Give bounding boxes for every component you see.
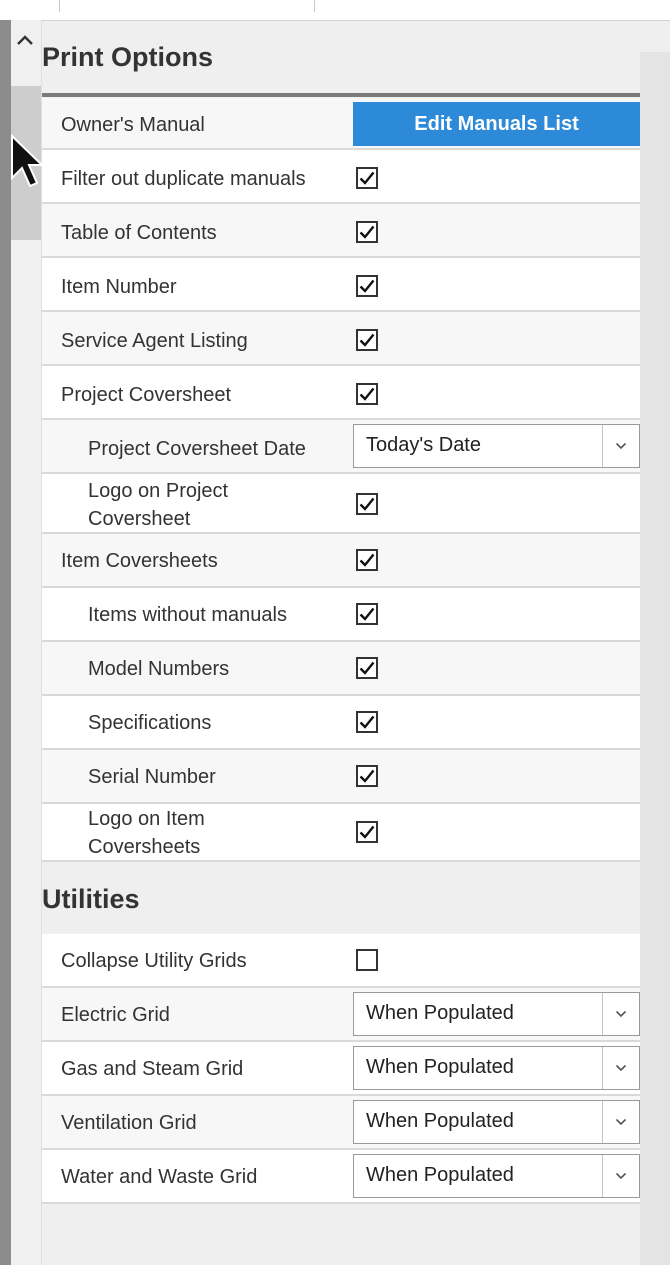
serial-number-checkbox[interactable] [356,765,378,787]
row-items-without-manuals: Items without manuals [42,588,640,642]
project-coversheet-date-select[interactable]: Today's Date [353,424,640,468]
utilities-title: Utilities [42,884,140,914]
row-label: Owner's Manual [61,114,205,136]
row-electric-grid: Electric Grid When Populated [42,988,640,1042]
section-divider [42,93,640,97]
select-value: When Populated [366,1056,514,1078]
row-table-of-contents: Table of Contents [42,204,640,258]
check-icon [359,769,375,783]
row-collapse-utility-grids: Collapse Utility Grids [42,934,640,988]
row-logo-on-item-coversheets: Logo on Item Coversheets [42,804,640,862]
collapse-utility-grids-checkbox[interactable] [356,949,378,971]
edit-manuals-list-button[interactable]: Edit Manuals List [353,102,640,146]
row-project-coversheet: Project Coversheet [42,366,640,420]
dropdown-button[interactable] [602,1155,639,1197]
row-serial-number: Serial Number [42,750,640,804]
row-label: Ventilation Grid [61,1112,197,1134]
service-agent-listing-checkbox[interactable] [356,329,378,351]
electric-grid-select[interactable]: When Populated [353,992,640,1036]
select-value: Today's Date [366,434,481,456]
row-label: Specifications [88,712,212,734]
dropdown-button[interactable] [602,425,639,467]
row-label: Service Agent Listing [61,330,248,352]
row-label-line2: Coversheets [88,836,201,858]
water-and-waste-grid-select[interactable]: When Populated [353,1154,640,1198]
check-icon [359,225,375,239]
item-number-checkbox[interactable] [356,275,378,297]
row-label: Model Numbers [88,658,230,680]
row-label-line1: Logo on Project [88,480,229,502]
row-water-and-waste-grid: Water and Waste Grid When Populated [42,1150,640,1204]
specifications-checkbox[interactable] [356,711,378,733]
row-label: Collapse Utility Grids [61,950,247,972]
row-label: Item Coversheets [61,550,218,572]
check-icon [359,553,375,567]
row-label: Electric Grid [61,1004,170,1026]
check-icon [359,333,375,347]
toolbar-separator [59,0,60,12]
logo-on-project-coversheet-checkbox[interactable] [356,493,378,515]
row-label: Gas and Steam Grid [61,1058,244,1080]
dropdown-button[interactable] [602,1101,639,1143]
check-icon [359,715,375,729]
row-logo-on-project-coversheet: Logo on Project Coversheet [42,474,640,534]
row-label: Serial Number [88,766,216,788]
chevron-down-icon [615,1064,627,1072]
row-service-agent-listing: Service Agent Listing [42,312,640,366]
check-icon [359,279,375,293]
scroll-up-button[interactable] [15,30,35,50]
toolbar-separator [314,0,315,12]
item-coversheets-checkbox[interactable] [356,549,378,571]
filter-duplicates-checkbox[interactable] [356,167,378,189]
row-item-number: Item Number [42,258,640,312]
select-value: When Populated [366,1110,514,1132]
check-icon [359,171,375,185]
row-model-numbers: Model Numbers [42,642,640,696]
chevron-up-icon [17,35,33,45]
gas-and-steam-grid-select[interactable]: When Populated [353,1046,640,1090]
row-label-line1: Logo on Item [88,808,205,830]
row-item-coversheets: Item Coversheets [42,534,640,588]
row-label: Filter out duplicate manuals [61,168,306,190]
check-icon [359,661,375,675]
dropdown-button[interactable] [602,1047,639,1089]
row-label: Project Coversheet [61,384,232,406]
left-panel-edge [0,20,11,1265]
row-filter-duplicates: Filter out duplicate manuals [42,150,640,204]
chevron-down-icon [615,1010,627,1018]
row-ventilation-grid: Ventilation Grid When Populated [42,1096,640,1150]
check-icon [359,497,375,511]
row-label-line2: Coversheet [88,508,191,530]
print-options-title: Print Options [42,42,213,72]
logo-on-item-coversheets-checkbox[interactable] [356,821,378,843]
mouse-pointer-icon [11,134,42,188]
ventilation-grid-select[interactable]: When Populated [353,1100,640,1144]
row-project-coversheet-date: Project Coversheet Date Today's Date [42,420,640,474]
row-specifications: Specifications [42,696,640,750]
select-value: When Populated [366,1164,514,1186]
check-icon [359,825,375,839]
row-label: Water and Waste Grid [61,1166,258,1188]
check-icon [359,387,375,401]
items-without-manuals-checkbox[interactable] [356,603,378,625]
model-numbers-checkbox[interactable] [356,657,378,679]
chevron-down-icon [615,1172,627,1180]
row-owners-manual: Owner's Manual Edit Manuals List [42,98,640,150]
select-value: When Populated [366,1002,514,1024]
row-label: Item Number [61,276,177,298]
row-label: Table of Contents [61,222,217,244]
project-coversheet-checkbox[interactable] [356,383,378,405]
row-label: Project Coversheet Date [88,438,306,460]
chevron-down-icon [615,1118,627,1126]
row-gas-and-steam-grid: Gas and Steam Grid When Populated [42,1042,640,1096]
right-scroll-region[interactable] [640,52,670,1265]
top-toolbar [0,0,670,21]
table-of-contents-checkbox[interactable] [356,221,378,243]
row-label: Items without manuals [88,604,287,626]
dropdown-button[interactable] [602,993,639,1035]
chevron-down-icon [615,442,627,450]
check-icon [359,607,375,621]
